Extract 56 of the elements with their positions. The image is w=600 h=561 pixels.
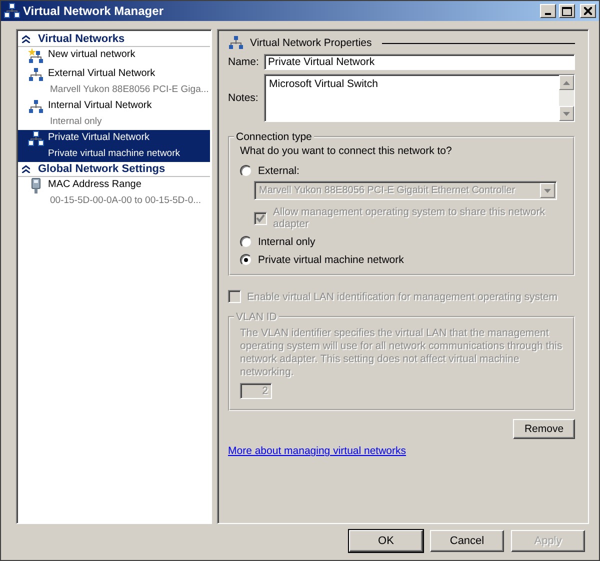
- radio-button[interactable]: [240, 236, 252, 248]
- down-arrow-icon: [563, 112, 570, 116]
- scrollbar[interactable]: [559, 75, 574, 121]
- item-detail: Private virtual machine network: [48, 147, 181, 160]
- remove-button[interactable]: Remove: [513, 419, 575, 439]
- dialog-button[interactable]: Cancel: [430, 530, 504, 552]
- sidebar-item[interactable]: External Virtual Network Marvell Yukon 88E8056 PCI-E Giga...: [18, 66, 210, 98]
- maximize-icon: [562, 6, 572, 16]
- radio-label: Internal only: [258, 236, 316, 248]
- section-header[interactable]: Global Network Settings: [18, 162, 210, 177]
- item-detail: Marvell Yukon 88E8056 PCI-E Giga...: [49, 83, 210, 96]
- app-icon: [4, 3, 20, 19]
- adapter-icon: [31, 178, 41, 194]
- help-link[interactable]: More about managing virtual networks: [228, 445, 406, 457]
- radio-button[interactable]: [240, 254, 252, 266]
- minimize-button[interactable]: [540, 4, 556, 18]
- checkbox-label: Enable virtual LAN identification for management operating system: [247, 290, 558, 302]
- sidebar-item[interactable]: MAC Address Range 00-15-5D-00-0A-00 to 00-15-5D-0...: [18, 177, 210, 209]
- close-button[interactable]: [580, 4, 596, 18]
- dropdown-arrow-icon: [544, 188, 551, 192]
- radio-button[interactable]: [240, 165, 252, 177]
- network-icon: [28, 99, 44, 115]
- section-title: Global Network Settings: [38, 163, 166, 175]
- network-icon: [228, 35, 244, 51]
- description-text: The VLAN identifier specifies the virtual LAN that the management operating system will use for all network communications through this network adapter. This setting does not affect virtual machine networking.: [240, 327, 564, 379]
- checkbox-label: Allow management operating system to share this network adapter: [273, 206, 546, 230]
- item-label: New virtual network: [48, 48, 136, 62]
- radio-label: Private virtual machine network: [258, 254, 404, 266]
- item-label: Internal Virtual Network: [48, 99, 153, 113]
- new-network-icon: [28, 48, 44, 64]
- network-icon: [28, 131, 44, 147]
- notes-field[interactable]: Microsoft Virtual Switch: [264, 74, 575, 122]
- group-title: VLAN ID: [234, 311, 279, 323]
- dialog-button[interactable]: OK: [349, 530, 423, 552]
- up-arrow-icon: [563, 80, 570, 84]
- section-title: Virtual Network Properties: [250, 37, 372, 49]
- field-label: Notes:: [228, 92, 256, 104]
- question-text: What do you want to connect this network to?: [240, 145, 453, 157]
- window-title: Virtual Network Manager: [23, 4, 164, 18]
- network-icon: [28, 67, 44, 83]
- radio-label: External:: [258, 165, 300, 177]
- item-detail: 00-15-5D-00-0A-00 to 00-15-5D-0...: [49, 194, 202, 207]
- close-icon: [584, 7, 592, 15]
- name-field[interactable]: Private Virtual Network: [264, 54, 575, 70]
- item-label: Private Virtual Network: [48, 131, 151, 145]
- section-header[interactable]: Virtual Networks: [18, 32, 210, 47]
- item-label: MAC Address Range: [48, 178, 142, 192]
- field-label: Name:: [228, 56, 256, 68]
- sidebar-item[interactable]: Private Virtual Network Private virtual machine network: [18, 130, 210, 162]
- item-label: External Virtual Network: [48, 67, 156, 81]
- section-title: Virtual Networks: [38, 33, 125, 45]
- sidebar-item[interactable]: Internal Virtual Network Internal only: [18, 98, 210, 130]
- group-title: Connection type: [234, 131, 314, 143]
- sidebar-item[interactable]: New virtual network: [18, 47, 210, 66]
- item-detail: Internal only: [49, 115, 103, 128]
- maximize-button[interactable]: [559, 4, 575, 18]
